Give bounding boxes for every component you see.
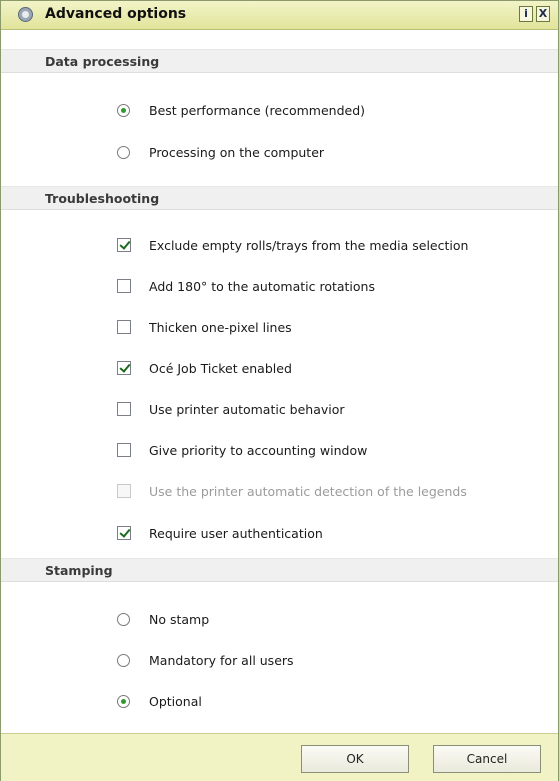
radio-label: Processing on the computer [149, 145, 325, 160]
section-title: Troubleshooting [45, 191, 160, 206]
checkbox[interactable] [117, 361, 131, 375]
checkbox[interactable] [117, 443, 131, 457]
radio-label: Optional [149, 694, 202, 709]
dialog-footer: OK Cancel [1, 733, 558, 781]
checkbox-label: Use the printer automatic detection of t… [149, 484, 467, 499]
advanced-options-dialog: Advanced options i X Data processing Bes… [0, 0, 559, 781]
checkbox[interactable] [117, 402, 131, 416]
checkbox-label: Require user authentication [149, 526, 323, 541]
radio-button[interactable] [117, 613, 130, 626]
section-troubleshooting: Troubleshooting [1, 186, 558, 210]
dialog-titlebar: Advanced options i X [1, 1, 558, 30]
checkbox[interactable] [117, 238, 131, 252]
checkbox[interactable] [117, 526, 131, 540]
ok-button[interactable]: OK [301, 745, 409, 773]
radio-button[interactable] [117, 104, 130, 117]
checkbox-label: Océ Job Ticket enabled [149, 361, 292, 376]
checkbox-label: Thicken one-pixel lines [149, 320, 292, 335]
checkbox-label: Give priority to accounting window [149, 443, 368, 458]
radio-label: Mandatory for all users [149, 653, 294, 668]
section-stamping: Stamping [1, 558, 558, 582]
section-data-processing: Data processing [1, 49, 558, 73]
close-button[interactable]: X [536, 6, 550, 22]
settings-icon [18, 7, 33, 22]
checkbox[interactable] [117, 279, 131, 293]
radio-button[interactable] [117, 695, 130, 708]
checkbox [117, 484, 131, 498]
checkbox-label: Use printer automatic behavior [149, 402, 345, 417]
radio-button[interactable] [117, 654, 130, 667]
radio-button[interactable] [117, 146, 130, 159]
cancel-button[interactable]: Cancel [433, 745, 541, 773]
section-title: Data processing [45, 54, 160, 69]
checkbox[interactable] [117, 320, 131, 334]
checkbox-label: Add 180° to the automatic rotations [149, 279, 375, 294]
checkbox-label: Exclude empty rolls/trays from the media… [149, 238, 469, 253]
section-title: Stamping [45, 563, 113, 578]
radio-label: Best performance (recommended) [149, 103, 366, 118]
radio-label: No stamp [149, 612, 210, 627]
info-button[interactable]: i [519, 6, 533, 22]
dialog-title: Advanced options [45, 6, 187, 22]
